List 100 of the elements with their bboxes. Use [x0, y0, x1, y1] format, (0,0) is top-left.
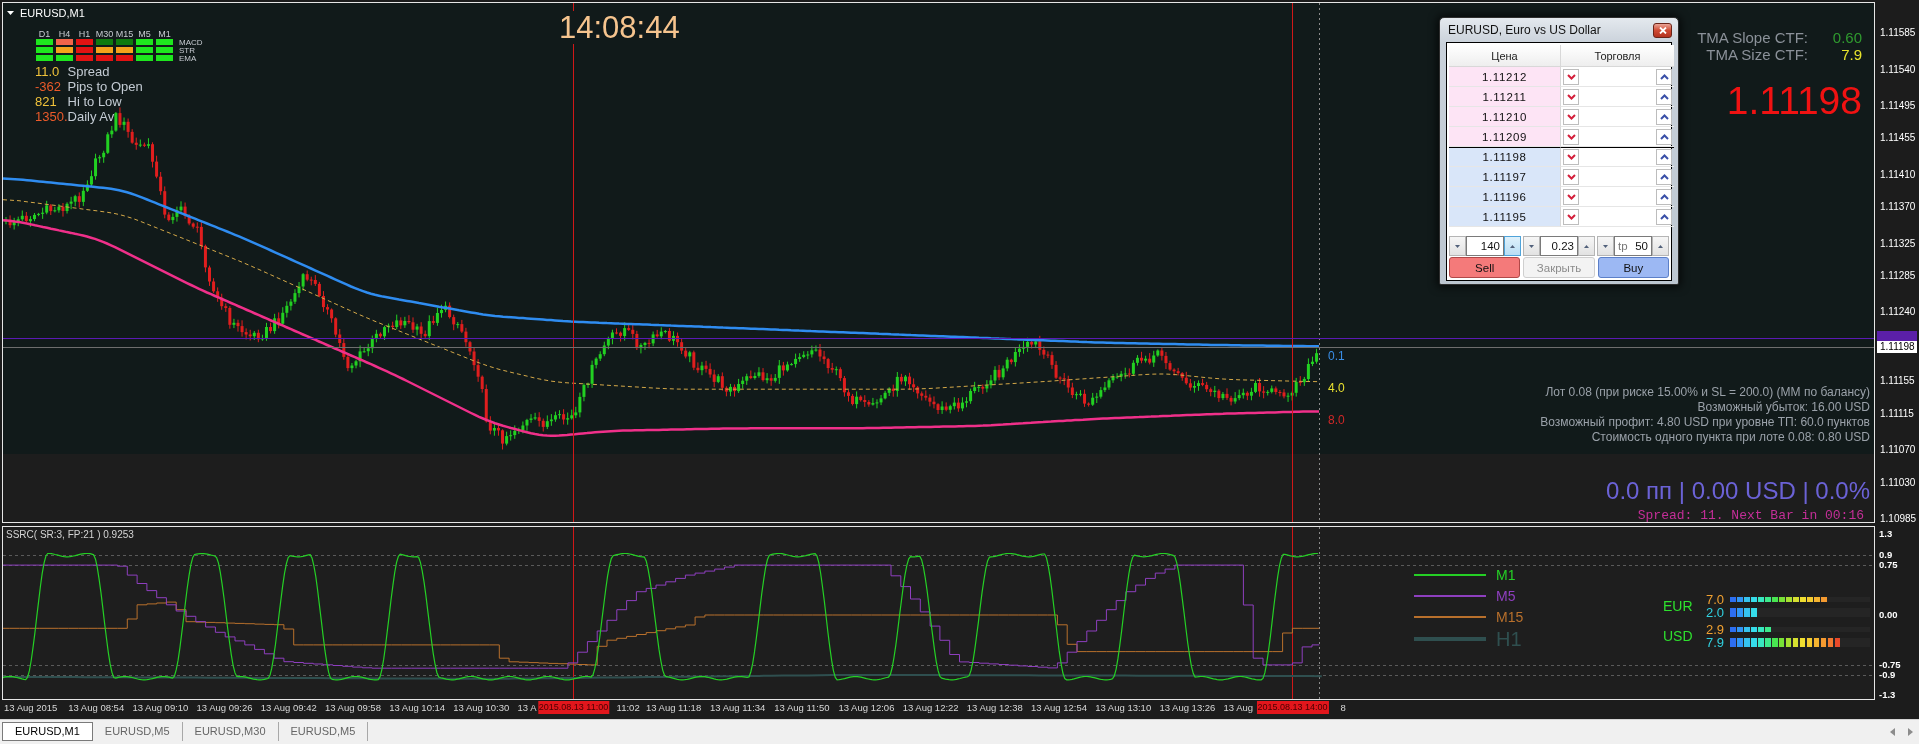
time-label: 13 Aug 10:14: [389, 701, 446, 715]
chevron-down-icon: [1566, 213, 1576, 220]
time-marker-label: 2015.08.13 14:00: [1256, 701, 1329, 714]
down-arrow-button[interactable]: [1563, 188, 1579, 205]
column-header: Цена: [1449, 45, 1561, 67]
column-header: Торговля: [1561, 45, 1674, 67]
decrement-button[interactable]: [1449, 236, 1466, 256]
sell-button[interactable]: Sell: [1449, 257, 1521, 278]
signal-label: EMA: [179, 55, 197, 63]
time-label: 13 Aug 11:50: [774, 701, 830, 715]
indicator-tick-label: 1.3: [1879, 529, 1893, 539]
down-arrow-button[interactable]: [1563, 149, 1579, 165]
chart-tab[interactable]: EURUSD,M30: [182, 722, 279, 741]
stat-caption: Hi to Low: [67, 94, 122, 109]
caret-up-icon: [1510, 244, 1515, 248]
down-arrow-button[interactable]: [1563, 208, 1579, 225]
caret-down-icon: [1529, 244, 1534, 248]
decrement-button[interactable]: [1597, 236, 1614, 256]
timeframe-label: D1: [38, 29, 51, 39]
timeframe-label: M5: [138, 29, 151, 39]
chevron-down-icon: [1566, 113, 1576, 120]
timeframe-label: H4: [58, 29, 71, 39]
price-cell: 1.11196: [1449, 187, 1561, 207]
caret-left-icon: [1889, 728, 1895, 736]
time-label: 13 Aug: [1223, 701, 1254, 715]
caret-up-icon: [1658, 244, 1663, 248]
up-arrow-button[interactable]: [1656, 88, 1672, 105]
increment-button[interactable]: [1504, 236, 1521, 256]
price-tick-label: 1.11585: [1880, 27, 1916, 39]
time-label: 13 Aug 10:30: [453, 701, 510, 715]
signal-label: STR: [179, 47, 195, 55]
strength-reading: 7.9: [1704, 636, 1724, 649]
down-arrow-button[interactable]: [1563, 88, 1579, 105]
current-price: 1.11198: [1726, 79, 1862, 123]
number-field[interactable]: 140: [1466, 236, 1504, 256]
time-label: 13 Aug 12:54: [1031, 701, 1087, 715]
bar-timer-text: Spread: 11. Next Bar in 00:16: [1637, 508, 1864, 522]
increment-button[interactable]: [1578, 236, 1595, 256]
time-label: 13 Aug 11:34: [710, 701, 766, 715]
up-arrow-button[interactable]: [1656, 208, 1672, 225]
time-label: 13 Aug 11:18: [645, 701, 702, 715]
price-tick-label: 1.11240: [1880, 306, 1916, 319]
time-label: 13 Aug 09:58: [324, 701, 381, 715]
down-arrow-button[interactable]: [1563, 168, 1579, 185]
strength-reading: 2.0: [1704, 606, 1724, 619]
legend-label: M1: [1496, 566, 1516, 583]
number-field[interactable]: tp 50: [1614, 236, 1652, 256]
timeframe-label: M1: [158, 29, 171, 39]
price-cell: 1.11198: [1449, 147, 1561, 167]
up-arrow-button[interactable]: [1656, 68, 1672, 85]
number-field[interactable]: 0.23: [1540, 236, 1578, 256]
down-arrow-button[interactable]: [1563, 108, 1579, 125]
price-cell: 1.11209: [1449, 127, 1561, 147]
stat-caption: Daily Av: [67, 109, 115, 124]
band-value-label: 4.0: [1328, 381, 1345, 395]
indicator-tick-label: 0.75: [1879, 560, 1898, 571]
close-icon: [1658, 26, 1667, 34]
indicator-tick-label: 0.00: [1879, 610, 1898, 620]
price-tick-label: 1.11495: [1880, 99, 1916, 112]
chart-tab[interactable]: EURUSD,M5: [278, 722, 369, 741]
price-tick-label: 1.11325: [1880, 237, 1916, 250]
chevron-down-icon: [1566, 73, 1576, 80]
price-tick-label: 1.10985: [1880, 513, 1917, 525]
up-arrow-button[interactable]: [1656, 128, 1672, 145]
buy-button[interactable]: Buy: [1597, 257, 1669, 278]
scroll-right-button[interactable]: [1905, 726, 1915, 738]
indicator-tick-label: -0.75: [1879, 659, 1901, 670]
close-button[interactable]: [1653, 22, 1672, 38]
price-cell: 1.11197: [1449, 167, 1561, 187]
price-cell: 1.11212: [1449, 67, 1561, 87]
band-value-label: 0.1: [1328, 349, 1345, 363]
time-label: 13 Aug 09:42: [260, 701, 317, 715]
profit-summary: 0.0 пп | 0.00 USD | 0.0%: [1606, 477, 1870, 505]
price-tick-label: 1.11370: [1880, 201, 1916, 214]
risk-info-text: Стоимость одного пункта при лоте 0.08: 0.80 USD: [1591, 430, 1870, 445]
up-arrow-button[interactable]: [1656, 188, 1672, 205]
chevron-down-icon: [1566, 173, 1576, 180]
caret-up-icon: [1584, 244, 1589, 248]
decrement-button[interactable]: [1523, 236, 1540, 256]
increment-button[interactable]: [1652, 236, 1669, 256]
down-arrow-button[interactable]: [1563, 128, 1579, 145]
tma-value: 0.60: [1832, 29, 1862, 46]
time-label: 11:02: [616, 701, 640, 715]
ask-price-marker: [1877, 331, 1917, 341]
caret-down-icon: [1455, 244, 1460, 248]
chart-tab[interactable]: EURUSD,M5: [92, 722, 183, 741]
chart-tab[interactable]: EURUSD,M1: [2, 722, 93, 741]
down-arrow-button[interactable]: [1563, 68, 1579, 85]
up-arrow-button[interactable]: [1656, 108, 1672, 125]
indicator-tick-label: -1.3: [1879, 690, 1896, 700]
risk-info-text: Возможный профит: 4.80 USD при уровне ТП: 60.0 пунктов: [1540, 415, 1870, 430]
up-arrow-button[interactable]: [1656, 168, 1672, 185]
chevron-up-icon: [1659, 113, 1669, 120]
up-arrow-button[interactable]: [1656, 149, 1672, 165]
strength-reading: 7.0: [1704, 593, 1724, 606]
price-cell: 1.11195: [1449, 207, 1561, 227]
chevron-down-icon: [1566, 154, 1576, 160]
chart-title: EURUSD,M1: [20, 6, 85, 20]
currency-label: USD: [1663, 628, 1694, 644]
time-label: 13 Aug 09:10: [132, 701, 189, 715]
